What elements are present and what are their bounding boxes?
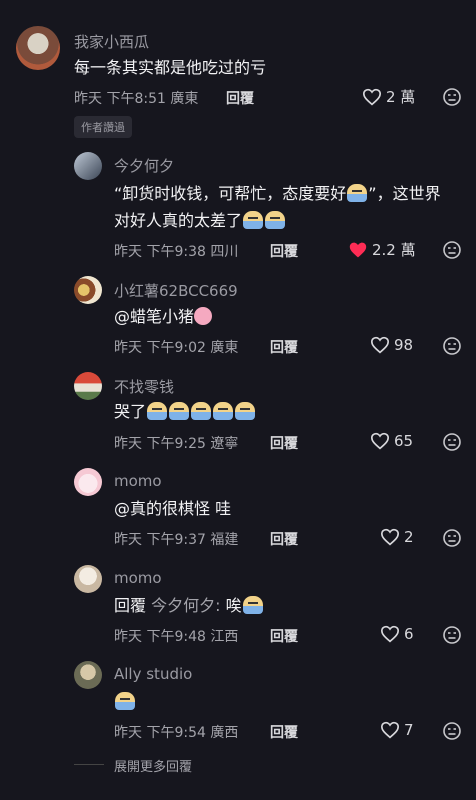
username[interactable]: 小红薯62BCC669: [114, 280, 238, 301]
like-button[interactable]: 2.2 萬: [348, 239, 416, 260]
crying-emoji-icon: [213, 402, 234, 420]
heart-icon: [370, 432, 390, 450]
avatar[interactable]: [74, 565, 102, 593]
reply-button[interactable]: 回覆: [270, 722, 298, 742]
comment-meta: 昨天 下午9:37 福建: [114, 532, 239, 548]
sad-face-icon[interactable]: [442, 87, 462, 107]
like-count: 98: [394, 336, 414, 354]
avatar[interactable]: [74, 152, 102, 180]
author-liked-badge: 作者讚過: [74, 116, 132, 138]
avatar[interactable]: [74, 661, 102, 689]
crying-emoji-icon: [347, 184, 368, 202]
comment-meta: 昨天 下午9:38 四川: [114, 244, 239, 260]
heart-icon: [362, 88, 382, 105]
sad-face-icon[interactable]: [442, 625, 462, 645]
sad-face-icon[interactable]: [442, 432, 462, 452]
comment-text: 哭了: [114, 398, 256, 425]
comment-text-part: 哭了: [114, 402, 147, 421]
crying-emoji-icon: [265, 211, 286, 229]
heart-icon: [380, 625, 400, 643]
like-count: 6: [404, 625, 414, 643]
comment-meta: 昨天 下午9:54 廣西: [114, 725, 239, 741]
reply-button[interactable]: 回覆: [270, 241, 298, 261]
crying-emoji-icon: [243, 211, 264, 229]
comment-meta: 昨天 下午9:02 廣東: [114, 340, 239, 356]
username[interactable]: momo: [114, 569, 162, 587]
crying-emoji-icon: [191, 402, 212, 420]
avatar[interactable]: [16, 26, 60, 70]
comment-text: [114, 688, 136, 715]
comment-text: “卸货时收钱，可帮忙，态度要好 ”，这世界 对好人真的太差了: [114, 180, 441, 234]
like-count: 2 萬: [386, 88, 416, 106]
pig-emoji-icon: [194, 307, 213, 325]
crying-emoji-icon: [147, 402, 168, 420]
sad-face-icon[interactable]: [442, 528, 462, 548]
comment-meta: 昨天 下午9:25 遼寧: [114, 436, 239, 452]
reply-button[interactable]: 回覆: [270, 626, 298, 646]
sad-face-icon[interactable]: [442, 721, 462, 741]
like-button[interactable]: 6: [380, 625, 414, 643]
comment-meta: 昨天 下午9:48 江西: [114, 629, 239, 645]
comment-text-part: @蜡笔小猪: [114, 307, 195, 326]
like-button[interactable]: 7: [380, 721, 414, 739]
sad-face-icon[interactable]: [442, 336, 462, 356]
avatar[interactable]: [74, 276, 102, 304]
comment-text-part: 回覆: [114, 596, 147, 615]
like-button[interactable]: 2: [380, 528, 414, 546]
comment-text: @真的很棋怪 哇: [114, 499, 232, 518]
username[interactable]: Ally studio: [114, 665, 192, 683]
crying-emoji-icon: [242, 596, 263, 614]
comment-text-part: ”，这世界: [368, 184, 441, 203]
comment-text-part: 对好人真的太差了: [114, 211, 243, 230]
crying-emoji-icon: [115, 692, 135, 710]
comment-text-part: “卸货时收钱，可帮忙，态度要好: [114, 184, 347, 203]
comment-text-part: 唉: [225, 596, 242, 615]
reply-button[interactable]: 回覆: [270, 529, 298, 549]
like-count: 7: [404, 721, 414, 739]
like-button[interactable]: 65: [370, 432, 413, 450]
username[interactable]: 今夕何夕: [114, 155, 174, 176]
like-count: 65: [394, 432, 414, 450]
heart-icon: [370, 336, 390, 354]
like-button[interactable]: 2 萬: [362, 86, 415, 107]
comment-meta: 昨天 下午8:51 廣東: [74, 91, 199, 107]
reply-button[interactable]: 回覆: [270, 433, 298, 453]
like-count: 2.2 萬: [372, 241, 416, 259]
heart-icon: [380, 721, 400, 739]
sad-face-icon[interactable]: [442, 240, 462, 260]
comment-text: @蜡笔小猪: [114, 303, 213, 330]
reply-button[interactable]: 回覆: [226, 88, 254, 108]
avatar[interactable]: [74, 468, 102, 496]
crying-emoji-icon: [235, 402, 256, 420]
reply-button[interactable]: 回覆: [270, 337, 298, 357]
avatar[interactable]: [74, 372, 102, 400]
divider: [74, 764, 104, 765]
username[interactable]: momo: [114, 472, 162, 490]
like-count: 2: [404, 528, 414, 546]
heart-icon: [380, 528, 400, 546]
comment-text: 每一条其实都是他吃过的亏: [74, 58, 267, 77]
like-button[interactable]: 98: [370, 336, 413, 354]
show-more-replies-button[interactable]: 展開更多回覆: [114, 756, 192, 775]
reply-target[interactable]: 今夕何夕:: [151, 596, 220, 615]
crying-emoji-icon: [169, 402, 190, 420]
comment-text: 回覆 今夕何夕: 唉: [114, 592, 264, 619]
username[interactable]: 我家小西瓜: [74, 31, 149, 52]
username[interactable]: 不找零钱: [114, 376, 174, 397]
heart-filled-icon: [349, 242, 367, 257]
